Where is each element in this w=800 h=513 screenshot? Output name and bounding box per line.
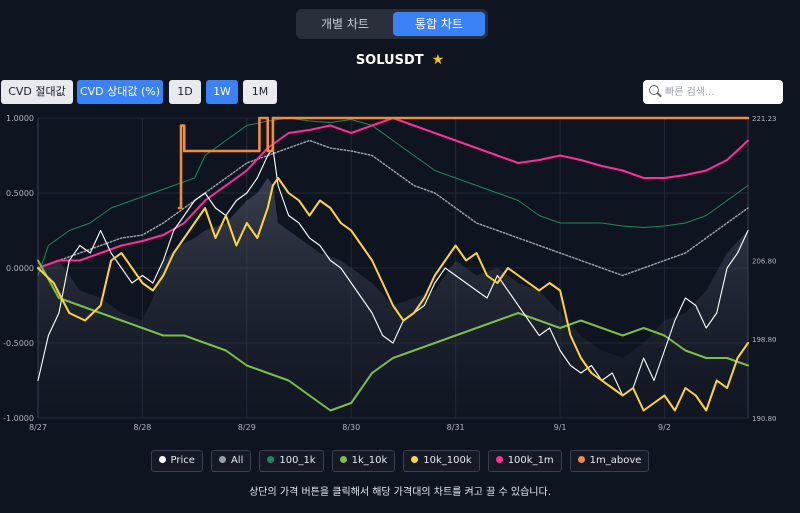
legend-all-label: All: [230, 455, 244, 466]
legend-100k-1m-dot: [495, 455, 503, 463]
legend-1m-above-label: 1m_above: [589, 455, 642, 466]
y-tick-label: 1.0000: [6, 114, 34, 123]
period-1d-button[interactable]: 1D: [169, 80, 201, 104]
series-all-area: [38, 178, 748, 418]
series-100-1k-line: [37, 117, 749, 276]
legend-all[interactable]: All: [210, 450, 252, 472]
x-tick-label: 9/1: [554, 423, 567, 432]
legend-100-1k-label: 100_1k: [279, 455, 316, 466]
symbol-title: SOLUSDT ★: [0, 52, 800, 68]
x-tick-label: 8/27: [29, 423, 47, 432]
y2-tick-label: 221.23: [752, 115, 777, 123]
legend-all-dot: [218, 455, 226, 463]
legend-1k-10k-label: 1k_10k: [351, 455, 388, 466]
legend-10k-100k[interactable]: 10k_100k: [403, 450, 480, 472]
series-dotted-line: [37, 139, 749, 277]
y2-tick-label: 190.80: [752, 415, 777, 423]
tab-combined-chart[interactable]: 통합 차트: [393, 12, 485, 36]
legend-1k-10k[interactable]: 1k_10k: [331, 450, 396, 472]
search-input[interactable]: [663, 83, 779, 102]
legend-100k-1m-label: 100k_1m: [507, 455, 554, 466]
y-tick-label: -1.0000: [3, 414, 34, 423]
y2-tick-label: 206.80: [752, 257, 777, 265]
legend-price-dot: [158, 455, 166, 463]
legend-1m-above[interactable]: 1m_above: [569, 450, 650, 472]
y-tick-label: -0.5000: [3, 339, 34, 348]
legend-1k-10k-dot: [339, 455, 347, 463]
legend-100-1k[interactable]: 100_1k: [259, 450, 324, 472]
x-tick-label: 8/28: [133, 423, 151, 432]
cvd-absolute-button[interactable]: CVD 절대값: [1, 80, 73, 104]
star-icon[interactable]: ★: [432, 52, 445, 68]
legend-100k-1m[interactable]: 100k_1m: [487, 450, 562, 472]
legend-1m-above-dot: [577, 455, 585, 463]
y2-tick-label: 198.80: [752, 336, 777, 344]
tab-individual-chart[interactable]: 개별 차트: [299, 12, 391, 36]
x-tick-label: 8/30: [342, 423, 360, 432]
x-tick-label: 8/29: [238, 423, 256, 432]
legend-price[interactable]: Price: [150, 450, 203, 472]
legend-10k-100k-label: 10k_100k: [423, 455, 472, 466]
chart-mode-tabs: 개별 차트 통합 차트: [296, 9, 488, 39]
cvd-relative-button[interactable]: CVD 상대값 (%): [77, 80, 163, 104]
search-box[interactable]: [643, 80, 783, 104]
y-tick-label: 0.0000: [6, 264, 34, 273]
legend-10k-100k-dot: [411, 455, 419, 463]
legend-100-1k-dot: [267, 455, 275, 463]
search-icon: [649, 85, 659, 95]
x-tick-label: 9/2: [658, 423, 671, 432]
legend: Price All 100_1k 1k_10k 10k_100k 100k_1m 1m_ab…: [0, 450, 800, 472]
y-tick-label: 0.5000: [6, 189, 34, 198]
cvd-chart: 1.0000 0.5000 0.0000 -0.5000 -1.00008/27 8/28…: [3, 114, 777, 432]
period-1m-button[interactable]: 1M: [243, 80, 277, 104]
x-tick-label: 8/31: [447, 423, 465, 432]
hint-text: 상단의 가격 버튼을 클릭해서 해당 가격대의 차트를 켜고 끌 수 있습니다.: [249, 487, 551, 498]
symbol-name: SOLUSDT: [355, 53, 424, 68]
period-1w-button[interactable]: 1W: [206, 80, 238, 104]
legend-price-label: Price: [170, 455, 195, 466]
